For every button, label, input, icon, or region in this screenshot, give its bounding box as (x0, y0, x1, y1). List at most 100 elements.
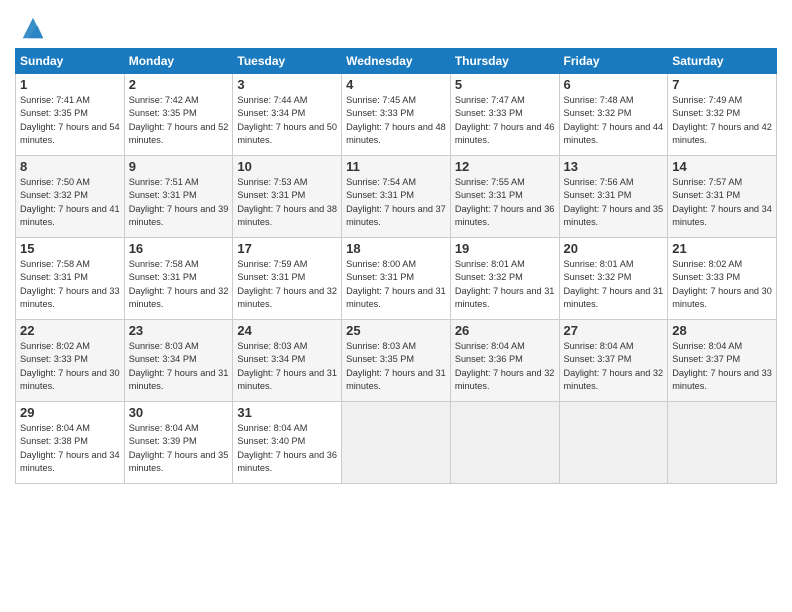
day-number: 11 (346, 159, 446, 174)
calendar-cell: 26 Sunrise: 8:04 AMSunset: 3:36 PMDayligh… (450, 320, 559, 402)
page: SundayMondayTuesdayWednesdayThursdayFrid… (0, 0, 792, 612)
day-info: Sunrise: 7:53 AMSunset: 3:31 PMDaylight:… (237, 176, 337, 229)
day-number: 7 (672, 77, 772, 92)
calendar-week-5: 29Sunrise: 8:04 AMSunset: 3:38 PMDayligh… (16, 402, 777, 484)
day-info: Sunrise: 8:02 AMSunset: 3:33 PMDaylight:… (672, 258, 772, 311)
day-info: Sunrise: 7:59 AMSunset: 3:31 PMDaylight:… (237, 258, 337, 311)
calendar-cell: 17 Sunrise: 7:59 AMSunset: 3:31 PMDayligh… (233, 238, 342, 320)
day-info: Sunrise: 7:47 AMSunset: 3:33 PMDaylight:… (455, 94, 555, 147)
calendar-cell: 18 Sunrise: 8:00 AMSunset: 3:31 PMDayligh… (342, 238, 451, 320)
day-info: Sunrise: 7:57 AMSunset: 3:31 PMDaylight:… (672, 176, 772, 229)
day-number: 31 (237, 405, 337, 420)
day-info: Sunrise: 8:04 AMSunset: 3:39 PMDaylight:… (129, 422, 229, 475)
day-info: Sunrise: 8:04 AMSunset: 3:36 PMDaylight:… (455, 340, 555, 393)
day-number: 24 (237, 323, 337, 338)
day-info: Sunrise: 7:58 AMSunset: 3:31 PMDaylight:… (20, 258, 120, 311)
calendar-cell: 19 Sunrise: 8:01 AMSunset: 3:32 PMDayligh… (450, 238, 559, 320)
calendar-cell: 7 Sunrise: 7:49 AMSunset: 3:32 PMDaylight… (668, 74, 777, 156)
logo (15, 14, 47, 42)
weekday-header-saturday: Saturday (668, 49, 777, 74)
calendar-cell: 10 Sunrise: 7:53 AMSunset: 3:31 PMDayligh… (233, 156, 342, 238)
day-number: 16 (129, 241, 229, 256)
day-info: Sunrise: 8:04 AMSunset: 3:37 PMDaylight:… (564, 340, 664, 393)
day-info: Sunrise: 8:03 AMSunset: 3:34 PMDaylight:… (129, 340, 229, 393)
weekday-header-tuesday: Tuesday (233, 49, 342, 74)
calendar-cell: 2Sunrise: 7:42 AMSunset: 3:35 PMDaylight… (124, 74, 233, 156)
day-number: 21 (672, 241, 772, 256)
day-info: Sunrise: 7:56 AMSunset: 3:31 PMDaylight:… (564, 176, 664, 229)
logo-icon (19, 14, 47, 42)
weekday-header-thursday: Thursday (450, 49, 559, 74)
calendar-cell: 12 Sunrise: 7:55 AMSunset: 3:31 PMDayligh… (450, 156, 559, 238)
day-info: Sunrise: 7:45 AMSunset: 3:33 PMDaylight:… (346, 94, 446, 147)
day-number: 12 (455, 159, 555, 174)
day-info: Sunrise: 8:02 AMSunset: 3:33 PMDaylight:… (20, 340, 120, 393)
calendar-cell: 23Sunrise: 8:03 AMSunset: 3:34 PMDayligh… (124, 320, 233, 402)
day-info: Sunrise: 7:41 AMSunset: 3:35 PMDaylight:… (20, 94, 120, 147)
day-info: Sunrise: 7:49 AMSunset: 3:32 PMDaylight:… (672, 94, 772, 147)
calendar-table: SundayMondayTuesdayWednesdayThursdayFrid… (15, 48, 777, 484)
day-info: Sunrise: 7:48 AMSunset: 3:32 PMDaylight:… (564, 94, 664, 147)
day-number: 30 (129, 405, 229, 420)
day-number: 19 (455, 241, 555, 256)
calendar-cell: 13 Sunrise: 7:56 AMSunset: 3:31 PMDayligh… (559, 156, 668, 238)
day-number: 10 (237, 159, 337, 174)
calendar-body: 1 Sunrise: 7:41 AMSunset: 3:35 PMDaylight… (16, 74, 777, 484)
weekday-header-friday: Friday (559, 49, 668, 74)
calendar-cell: 27Sunrise: 8:04 AMSunset: 3:37 PMDayligh… (559, 320, 668, 402)
calendar-cell (668, 402, 777, 484)
calendar-cell: 1 Sunrise: 7:41 AMSunset: 3:35 PMDaylight… (16, 74, 125, 156)
calendar-cell: 29Sunrise: 8:04 AMSunset: 3:38 PMDayligh… (16, 402, 125, 484)
calendar-cell: 3Sunrise: 7:44 AMSunset: 3:34 PMDaylight… (233, 74, 342, 156)
calendar-cell: 8 Sunrise: 7:50 AMSunset: 3:32 PMDaylight… (16, 156, 125, 238)
calendar-cell: 6 Sunrise: 7:48 AMSunset: 3:32 PMDaylight… (559, 74, 668, 156)
day-number: 18 (346, 241, 446, 256)
day-info: Sunrise: 7:58 AMSunset: 3:31 PMDaylight:… (129, 258, 229, 311)
calendar-header: SundayMondayTuesdayWednesdayThursdayFrid… (16, 49, 777, 74)
weekday-header-row: SundayMondayTuesdayWednesdayThursdayFrid… (16, 49, 777, 74)
calendar-cell: 9 Sunrise: 7:51 AMSunset: 3:31 PMDaylight… (124, 156, 233, 238)
day-number: 22 (20, 323, 120, 338)
calendar-cell: 24 Sunrise: 8:03 AMSunset: 3:34 PMDayligh… (233, 320, 342, 402)
day-number: 2 (129, 77, 229, 92)
day-info: Sunrise: 7:51 AMSunset: 3:31 PMDaylight:… (129, 176, 229, 229)
day-info: Sunrise: 7:55 AMSunset: 3:31 PMDaylight:… (455, 176, 555, 229)
calendar-week-1: 1 Sunrise: 7:41 AMSunset: 3:35 PMDaylight… (16, 74, 777, 156)
weekday-header-wednesday: Wednesday (342, 49, 451, 74)
calendar-cell: 11Sunrise: 7:54 AMSunset: 3:31 PMDayligh… (342, 156, 451, 238)
weekday-header-sunday: Sunday (16, 49, 125, 74)
calendar-week-2: 8 Sunrise: 7:50 AMSunset: 3:32 PMDaylight… (16, 156, 777, 238)
calendar-cell: 21 Sunrise: 8:02 AMSunset: 3:33 PMDayligh… (668, 238, 777, 320)
calendar-cell: 20 Sunrise: 8:01 AMSunset: 3:32 PMDayligh… (559, 238, 668, 320)
day-info: Sunrise: 8:04 AMSunset: 3:37 PMDaylight:… (672, 340, 772, 393)
calendar-cell: 5Sunrise: 7:47 AMSunset: 3:33 PMDaylight… (450, 74, 559, 156)
calendar-cell (450, 402, 559, 484)
day-number: 17 (237, 241, 337, 256)
calendar-cell: 31 Sunrise: 8:04 AMSunset: 3:40 PMDayligh… (233, 402, 342, 484)
day-info: Sunrise: 8:01 AMSunset: 3:32 PMDaylight:… (564, 258, 664, 311)
day-info: Sunrise: 8:00 AMSunset: 3:31 PMDaylight:… (346, 258, 446, 311)
day-number: 8 (20, 159, 120, 174)
day-info: Sunrise: 7:50 AMSunset: 3:32 PMDaylight:… (20, 176, 120, 229)
day-number: 4 (346, 77, 446, 92)
day-number: 6 (564, 77, 664, 92)
calendar-cell: 16 Sunrise: 7:58 AMSunset: 3:31 PMDayligh… (124, 238, 233, 320)
weekday-header-monday: Monday (124, 49, 233, 74)
day-number: 28 (672, 323, 772, 338)
calendar-cell: 14Sunrise: 7:57 AMSunset: 3:31 PMDayligh… (668, 156, 777, 238)
calendar-cell: 15 Sunrise: 7:58 AMSunset: 3:31 PMDayligh… (16, 238, 125, 320)
day-number: 20 (564, 241, 664, 256)
day-number: 29 (20, 405, 120, 420)
calendar-week-4: 22 Sunrise: 8:02 AMSunset: 3:33 PMDayligh… (16, 320, 777, 402)
calendar-week-3: 15 Sunrise: 7:58 AMSunset: 3:31 PMDayligh… (16, 238, 777, 320)
calendar-cell: 4 Sunrise: 7:45 AMSunset: 3:33 PMDaylight… (342, 74, 451, 156)
calendar-cell: 25Sunrise: 8:03 AMSunset: 3:35 PMDayligh… (342, 320, 451, 402)
day-info: Sunrise: 8:04 AMSunset: 3:40 PMDaylight:… (237, 422, 337, 475)
day-number: 1 (20, 77, 120, 92)
day-number: 26 (455, 323, 555, 338)
day-number: 13 (564, 159, 664, 174)
day-info: Sunrise: 8:03 AMSunset: 3:34 PMDaylight:… (237, 340, 337, 393)
day-info: Sunrise: 8:01 AMSunset: 3:32 PMDaylight:… (455, 258, 555, 311)
day-number: 9 (129, 159, 229, 174)
day-number: 15 (20, 241, 120, 256)
